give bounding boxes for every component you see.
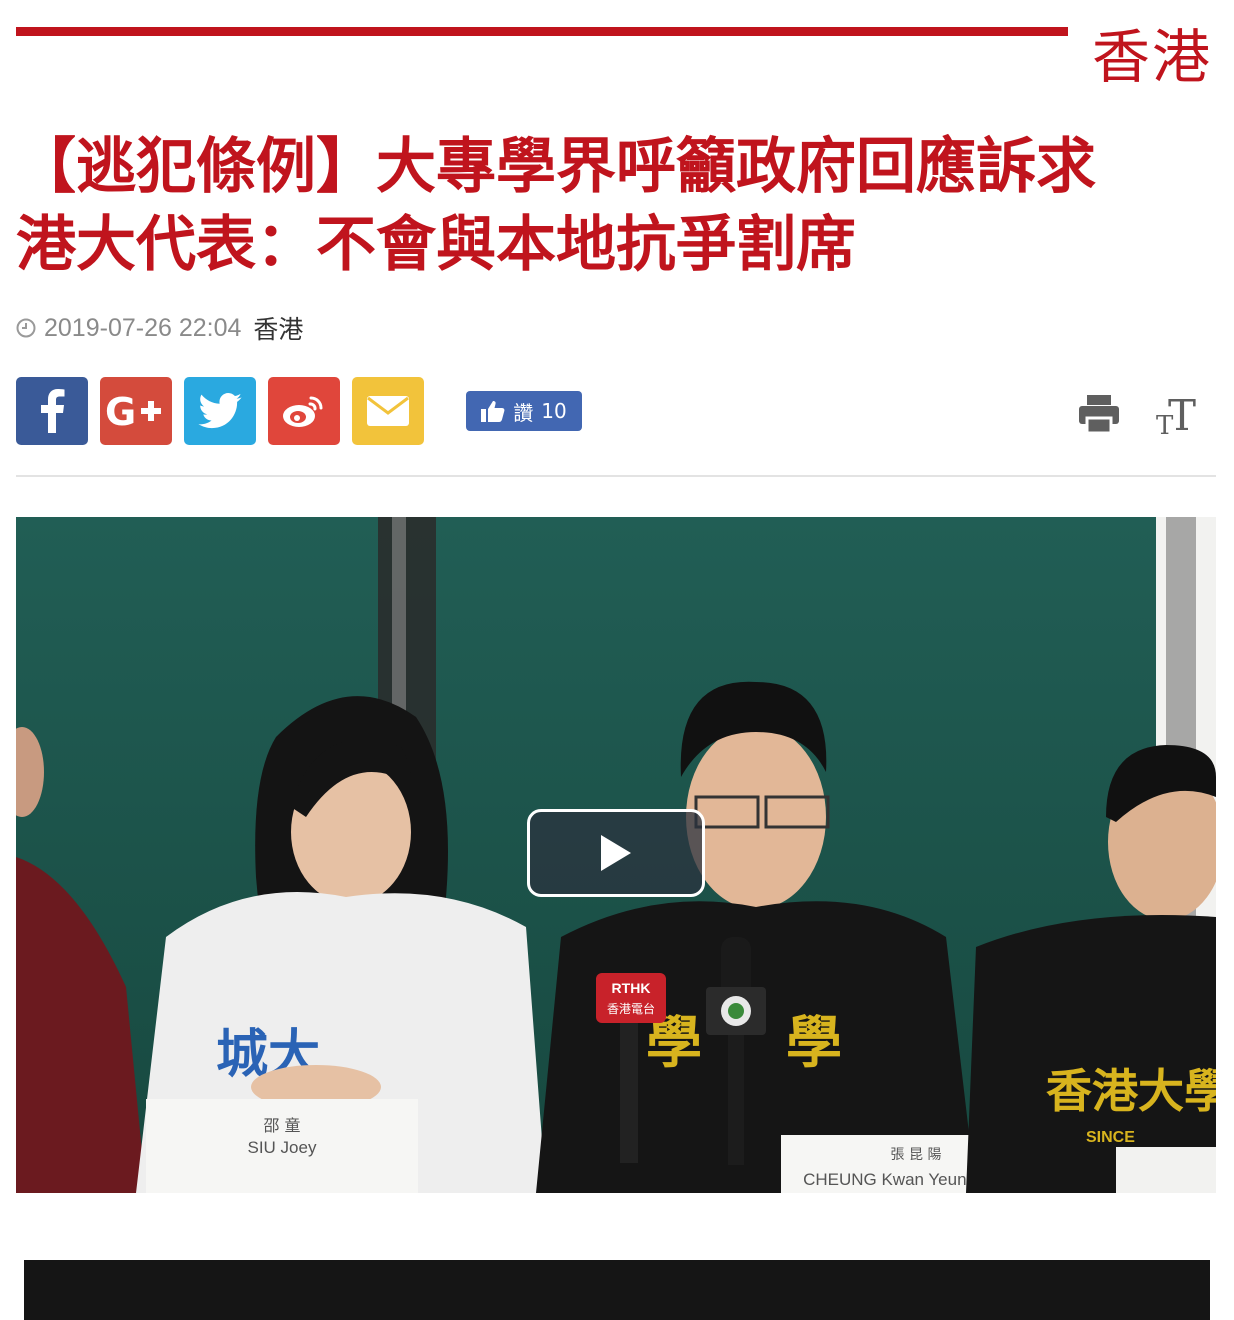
video-play-button[interactable] xyxy=(527,809,705,897)
rthk-cn-label: 香港電台 xyxy=(607,1001,655,1016)
shirt-since-text: SINCE xyxy=(1086,1129,1135,1146)
print-icon xyxy=(1079,395,1119,434)
section-top-bar xyxy=(16,27,1068,36)
facebook-icon xyxy=(41,389,65,433)
share-buttons: G xyxy=(16,377,436,445)
nameplate-left-cn: 邵 童 xyxy=(263,1116,300,1135)
font-size-button[interactable]: T T xyxy=(1154,390,1202,438)
facebook-share-button[interactable] xyxy=(16,377,88,445)
google-plus-share-button[interactable]: G xyxy=(100,377,172,445)
share-divider xyxy=(16,475,1216,477)
svg-text:G: G xyxy=(105,391,136,431)
nameplate-right-cn: 張 昆 陽 xyxy=(891,1147,942,1163)
play-icon xyxy=(601,835,631,871)
print-button[interactable] xyxy=(1075,390,1123,438)
facebook-like-button[interactable]: 讚 10 xyxy=(466,391,582,431)
clock-icon xyxy=(16,318,36,338)
thumbs-up-icon xyxy=(481,401,505,422)
publish-datetime: 2019-07-26 22:04 xyxy=(44,313,242,342)
twitter-icon xyxy=(198,393,242,429)
headline-line-1: 【逃犯條例】大專學界呼籲政府回應訴求 xyxy=(16,132,1096,202)
secondary-photo xyxy=(24,1260,1210,1320)
section-label[interactable]: 香港 xyxy=(1092,22,1212,92)
rthk-label: RTHK xyxy=(612,980,651,996)
svg-text:T: T xyxy=(1168,392,1196,436)
like-count: 10 xyxy=(541,399,567,423)
weibo-icon xyxy=(283,396,323,427)
twitter-share-button[interactable] xyxy=(184,377,256,445)
weibo-share-button[interactable] xyxy=(268,377,340,445)
shirt-text-hku: 香港大學 xyxy=(1046,1064,1216,1118)
google-plus-icon: G xyxy=(105,391,161,431)
like-label: 讚 xyxy=(513,400,534,425)
nameplate-left-en: SIU Joey xyxy=(248,1138,317,1157)
font-size-icon: T T xyxy=(1156,392,1196,436)
headline-line-2: 港大代表：不會與本地抗爭割席 xyxy=(16,210,856,280)
article-meta: 2019-07-26 22:04 香港 xyxy=(16,310,303,346)
envelope-icon xyxy=(367,396,409,426)
svg-text:學: 學 xyxy=(786,1011,842,1076)
article-headline: 【逃犯條例】大專學界呼籲政府回應訴求 港大代表：不會與本地抗爭割席 xyxy=(16,128,1216,284)
email-share-button[interactable] xyxy=(352,377,424,445)
article-section-link[interactable]: 香港 xyxy=(253,310,303,346)
